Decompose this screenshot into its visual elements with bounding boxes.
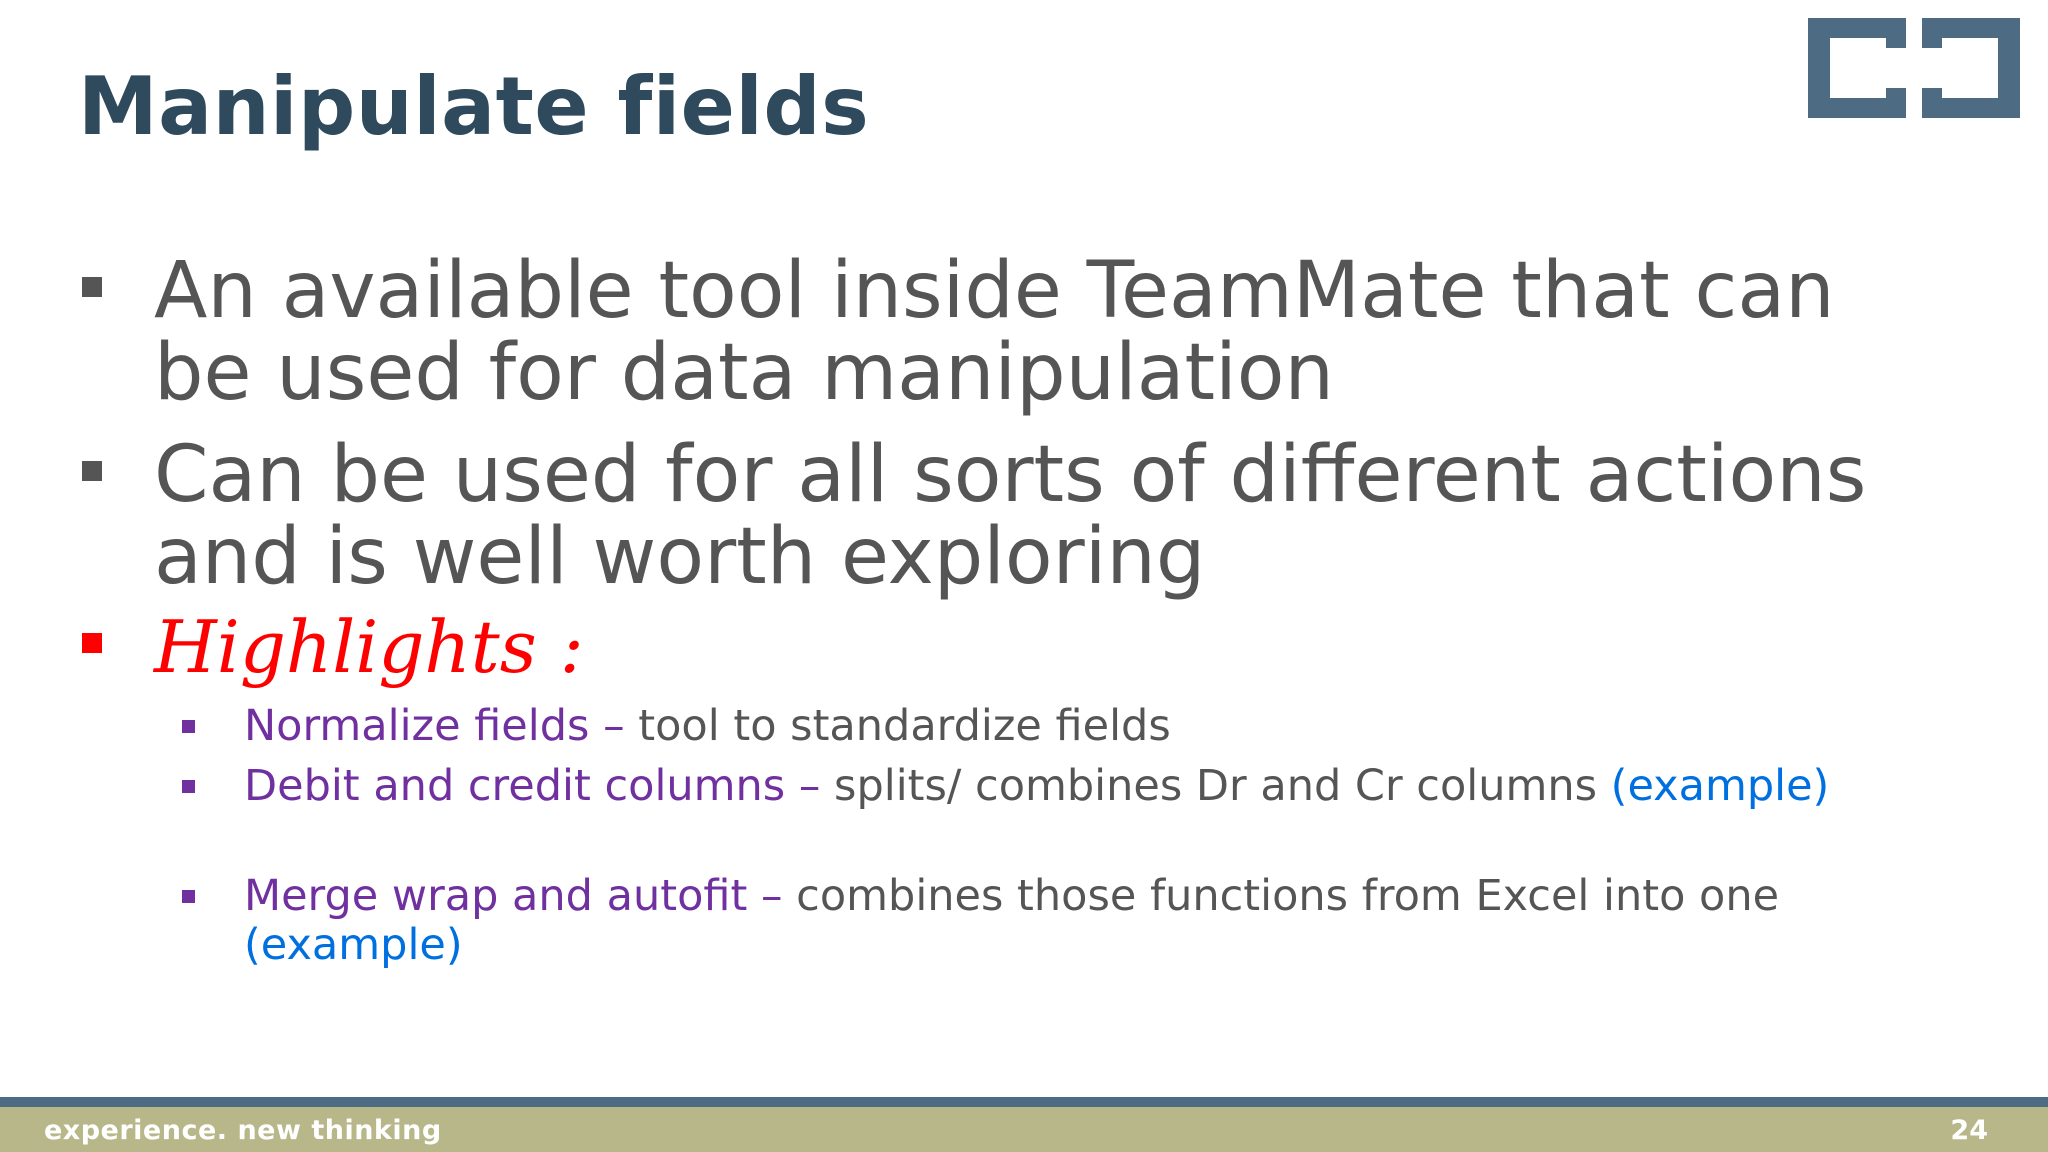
example-link[interactable]: (example) (1611, 761, 1830, 811)
sub-bullet-marker (182, 720, 195, 733)
bullet-text: Can be used for all sorts of different a… (154, 430, 1867, 602)
slide: Manipulate fields An available tool insi… (0, 0, 2048, 1152)
sub-bullet-marker (182, 780, 195, 793)
sub-bullet-text: Normalize fields – tool to standardize f… (244, 702, 1884, 751)
bullet-marker (82, 461, 102, 481)
bracket-logo-icon (1808, 18, 2020, 118)
footer: experience. new thinking 24 (0, 1107, 2048, 1152)
footer-rule (0, 1097, 2048, 1107)
sub-bullet-text: Debit and credit columns – splits/ combi… (244, 762, 1884, 811)
page-number: 24 (1950, 1115, 1988, 1146)
highlights-heading: Highlights : (154, 605, 584, 689)
example-link[interactable]: (example) (244, 920, 463, 970)
sub-bullet-desc: tool to standardize fields (624, 701, 1171, 751)
sub-bullet-desc: combines those functions from Excel into… (782, 871, 1780, 921)
sub-bullet-marker (182, 890, 195, 903)
sub-bullet-term: Merge wrap and autofit – (244, 871, 783, 921)
footer-tagline: experience. new thinking (44, 1115, 442, 1146)
bullet-text: An available tool inside TeamMate that c… (154, 246, 1835, 418)
sub-bullet-term: Debit and credit columns – (244, 761, 821, 811)
bullet-marker (82, 277, 102, 297)
bullet-marker (82, 633, 102, 653)
sub-bullet-term: Normalize fields – (244, 701, 625, 751)
slide-title: Manipulate fields (78, 60, 870, 153)
sub-bullet-desc: splits/ combines Dr and Cr columns (820, 761, 1611, 811)
sub-bullet-text: Merge wrap and autofit – combines those … (244, 872, 1884, 970)
